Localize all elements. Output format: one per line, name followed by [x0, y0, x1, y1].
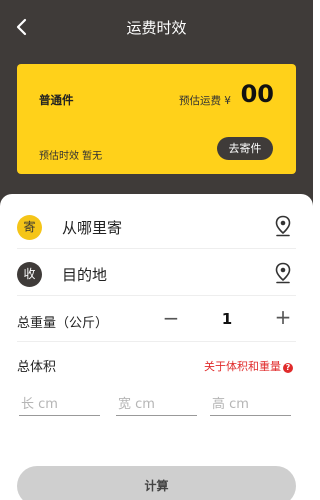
- form-sheet: 寄 从哪里寄 收 目的地 总重量（公斤） − 1 + 总体积 关于体积和重量? …: [0, 194, 313, 500]
- estimated-time-label: 预估时效 暂无: [39, 151, 103, 162]
- total-weight-row: 总重量（公斤） − 1 +: [17, 300, 296, 342]
- weight-increase-button[interactable]: +: [274, 305, 292, 331]
- weight-decrease-button[interactable]: −: [162, 306, 180, 332]
- length-input[interactable]: [19, 394, 100, 416]
- total-weight-label: 总重量（公斤）: [17, 316, 109, 331]
- receiver-badge: 收: [17, 262, 42, 287]
- parcel-type-label: 普通件: [39, 93, 74, 107]
- weight-value: 1: [221, 310, 233, 328]
- volume-weight-help-link[interactable]: 关于体积和重量?: [204, 358, 293, 374]
- nav-bar: 运费时效: [0, 0, 313, 56]
- receiver-address-row[interactable]: 收 目的地: [17, 251, 296, 296]
- sender-address-field[interactable]: 从哪里寄: [62, 217, 122, 238]
- estimated-fee-value: 00: [240, 80, 274, 108]
- sender-badge: 寄: [17, 215, 42, 240]
- location-pin-icon[interactable]: [274, 215, 292, 237]
- height-input[interactable]: [210, 394, 291, 416]
- sender-address-row[interactable]: 寄 从哪里寄: [17, 204, 296, 249]
- total-volume-label: 总体积: [17, 360, 57, 375]
- page-title: 运费时效: [126, 19, 187, 37]
- location-pin-icon[interactable]: [274, 262, 292, 284]
- estimated-fee-label: 预估运费 ¥: [178, 95, 231, 107]
- go-send-button[interactable]: 去寄件: [217, 137, 273, 160]
- volume-weight-help-text: 关于体积和重量: [204, 360, 281, 373]
- receiver-address-field[interactable]: 目的地: [62, 264, 107, 285]
- question-circle-icon: ?: [283, 363, 293, 373]
- header-background: 运费时效 普通件 预估运费 ¥ 00 预估时效 暂无 去寄件: [0, 0, 313, 215]
- width-input[interactable]: [116, 394, 197, 416]
- calculate-button[interactable]: 计算: [17, 466, 296, 500]
- shipping-estimate-card: 普通件 预估运费 ¥ 00 预估时效 暂无 去寄件: [17, 64, 296, 174]
